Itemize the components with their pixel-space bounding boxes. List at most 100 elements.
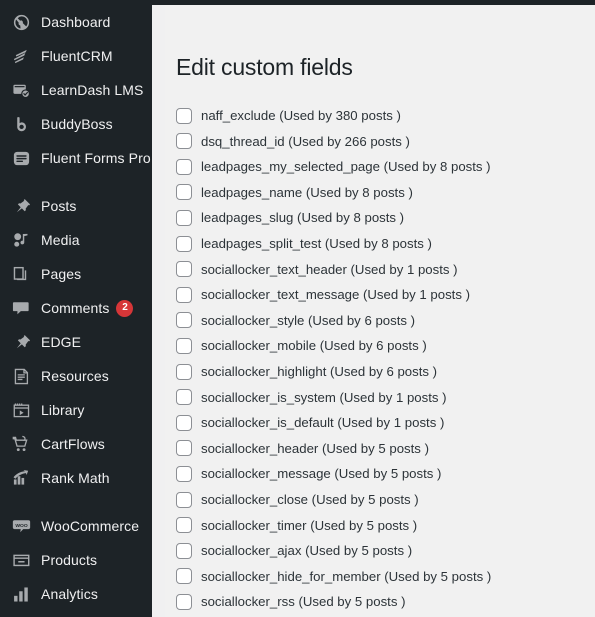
custom-field-checkbox[interactable] [176, 389, 192, 406]
custom-field-row[interactable]: sociallocker_style (Used by 6 posts ) [176, 308, 595, 334]
custom-field-checkbox[interactable] [176, 133, 192, 150]
custom-field-checkbox[interactable] [176, 542, 192, 559]
media-icon [11, 230, 32, 250]
custom-field-checkbox[interactable] [176, 158, 192, 175]
sidebar-item-resources[interactable]: Resources [0, 359, 152, 393]
custom-field-label: sociallocker_is_default (Used by 1 posts… [201, 415, 445, 431]
custom-field-label: sociallocker_timer (Used by 5 posts ) [201, 517, 418, 533]
sidebar-group: Posts Media Pages Comments 2 EDGE Resources Lib… [0, 189, 152, 495]
sidebar-item-comments[interactable]: Comments 2 [0, 291, 152, 325]
custom-field-checkbox[interactable] [176, 184, 192, 201]
custom-field-label: dsq_thread_id (Used by 266 posts ) [201, 133, 410, 149]
sidebar-item-label: Analytics [41, 586, 98, 602]
video-library-icon [11, 400, 32, 420]
sidebar-item-learndash-lms[interactable]: LearnDash LMS [0, 73, 152, 107]
content-panel: Edit custom fields naff_exclude (Used by… [165, 5, 595, 617]
admin-screen: Dashboard FluentCRM LearnDash LMS BuddyBoss… [0, 0, 595, 617]
custom-field-checkbox[interactable] [176, 338, 192, 355]
sidebar-item-label: Comments [41, 300, 110, 316]
custom-field-checkbox[interactable] [176, 261, 192, 278]
custom-field-row[interactable]: sociallocker_hide_for_member (Used by 5 … [176, 564, 595, 590]
custom-field-row[interactable]: sociallocker_mobile (Used by 6 posts ) [176, 333, 595, 359]
sidebar-item-products[interactable]: Products [0, 543, 152, 577]
custom-field-row[interactable]: sociallocker_highlight (Used by 6 posts … [176, 359, 595, 385]
custom-field-label: sociallocker_text_message (Used by 1 pos… [201, 287, 470, 303]
sidebar-item-posts[interactable]: Posts [0, 189, 152, 223]
products-icon [11, 550, 32, 570]
woocommerce-icon: WOO [11, 516, 32, 536]
sidebar-item-buddyboss[interactable]: BuddyBoss [0, 107, 152, 141]
custom-field-row[interactable]: sociallocker_text_header (Used by 1 post… [176, 256, 595, 282]
document-icon [11, 366, 32, 386]
fluent-forms-icon [11, 148, 32, 168]
custom-field-label: sociallocker_style (Used by 6 posts ) [201, 312, 416, 328]
custom-field-row[interactable]: sociallocker_close (Used by 5 posts ) [176, 487, 595, 513]
page-title: Edit custom fields [176, 54, 353, 80]
comment-icon [11, 298, 32, 318]
custom-field-row[interactable]: sociallocker_is_system (Used by 1 posts … [176, 384, 595, 410]
custom-field-checkbox[interactable] [176, 440, 192, 457]
sidebar-item-label: Rank Math [41, 470, 110, 486]
custom-field-checkbox[interactable] [176, 568, 192, 585]
custom-field-checkbox[interactable] [176, 235, 192, 252]
sidebar-item-pages[interactable]: Pages [0, 257, 152, 291]
sidebar-item-label: WooCommerce [41, 518, 140, 534]
sidebar-item-label: EDGE [41, 334, 82, 350]
custom-field-label: sociallocker_hide_for_member (Used by 5 … [201, 568, 492, 584]
custom-field-row[interactable]: sociallocker_text_message (Used by 1 pos… [176, 282, 595, 308]
custom-field-row[interactable]: leadpages_name (Used by 8 posts ) [176, 180, 595, 206]
custom-field-label: sociallocker_is_system (Used by 1 posts … [201, 389, 447, 405]
custom-field-checkbox[interactable] [176, 312, 192, 329]
dashboard-icon [11, 12, 32, 32]
custom-field-row[interactable]: sociallocker_is_default (Used by 1 posts… [176, 410, 595, 436]
custom-field-checkbox[interactable] [176, 286, 192, 303]
custom-field-row[interactable]: leadpages_split_test (Used by 8 posts ) [176, 231, 595, 257]
learndash-icon [11, 80, 32, 100]
custom-field-label: leadpages_my_selected_page (Used by 8 po… [201, 159, 491, 175]
custom-field-label: leadpages_split_test (Used by 8 posts ) [201, 236, 432, 252]
custom-field-row[interactable]: leadpages_my_selected_page (Used by 8 po… [176, 154, 595, 180]
sidebar-group-separator [0, 495, 152, 509]
custom-field-checkbox[interactable] [176, 517, 192, 534]
sidebar-group: WOO WooCommerce Products Analytics [0, 509, 152, 611]
custom-field-row[interactable]: sociallocker_message (Used by 5 posts ) [176, 461, 595, 487]
sidebar-item-label: Dashboard [41, 14, 111, 30]
sidebar-item-cartflows[interactable]: CartFlows [0, 427, 152, 461]
custom-field-checkbox[interactable] [176, 466, 192, 482]
custom-field-row[interactable]: dsq_thread_id (Used by 266 posts ) [176, 128, 595, 154]
custom-field-checkbox[interactable] [176, 491, 192, 508]
custom-field-row[interactable]: sociallocker_rss (Used by 5 posts ) [176, 589, 595, 615]
custom-field-row[interactable]: sociallocker_timer (Used by 5 posts ) [176, 512, 595, 538]
sidebar-group-separator [0, 175, 152, 189]
sidebar-item-label: Media [41, 232, 80, 248]
main-content: Edit custom fields naff_exclude (Used by… [152, 5, 595, 617]
sidebar-item-woocommerce[interactable]: WOO WooCommerce [0, 509, 152, 543]
sidebar-item-analytics[interactable]: Analytics [0, 577, 152, 611]
custom-field-row[interactable]: sociallocker_ajax (Used by 5 posts ) [176, 538, 595, 564]
custom-field-row[interactable]: naff_exclude (Used by 380 posts ) [176, 103, 595, 129]
sidebar-item-fluentcrm[interactable]: FluentCRM [0, 39, 152, 73]
pages-icon [11, 264, 32, 284]
custom-fields-list: naff_exclude (Used by 380 posts ) dsq_thr… [165, 103, 595, 617]
analytics-icon [11, 584, 32, 604]
sidebar-item-dashboard[interactable]: Dashboard [0, 5, 152, 39]
custom-field-checkbox[interactable] [176, 414, 192, 431]
rank-math-icon [11, 468, 32, 488]
custom-field-checkbox[interactable] [176, 107, 192, 124]
custom-field-row[interactable]: sociallocker_header (Used by 5 posts ) [176, 436, 595, 462]
custom-field-checkbox[interactable] [176, 363, 192, 380]
custom-field-label: sociallocker_close (Used by 5 posts ) [201, 491, 419, 507]
pin-icon [11, 196, 32, 216]
sidebar-item-media[interactable]: Media [0, 223, 152, 257]
custom-field-row[interactable]: leadpages_slug (Used by 8 posts ) [176, 205, 595, 231]
custom-field-label: sociallocker_ajax (Used by 5 posts ) [201, 543, 413, 559]
sidebar-item-rank-math[interactable]: Rank Math [0, 461, 152, 495]
custom-field-checkbox[interactable] [176, 210, 192, 227]
admin-sidebar: Dashboard FluentCRM LearnDash LMS BuddyBoss… [0, 0, 152, 617]
custom-field-label: leadpages_slug (Used by 8 posts ) [201, 210, 405, 226]
sidebar-item-edge[interactable]: EDGE [0, 325, 152, 359]
custom-field-checkbox[interactable] [176, 593, 192, 610]
custom-field-label: sociallocker_rss (Used by 5 posts ) [201, 594, 406, 610]
sidebar-item-library[interactable]: Library [0, 393, 152, 427]
sidebar-item-fluent-forms-pro[interactable]: Fluent Forms Pro [0, 141, 152, 175]
